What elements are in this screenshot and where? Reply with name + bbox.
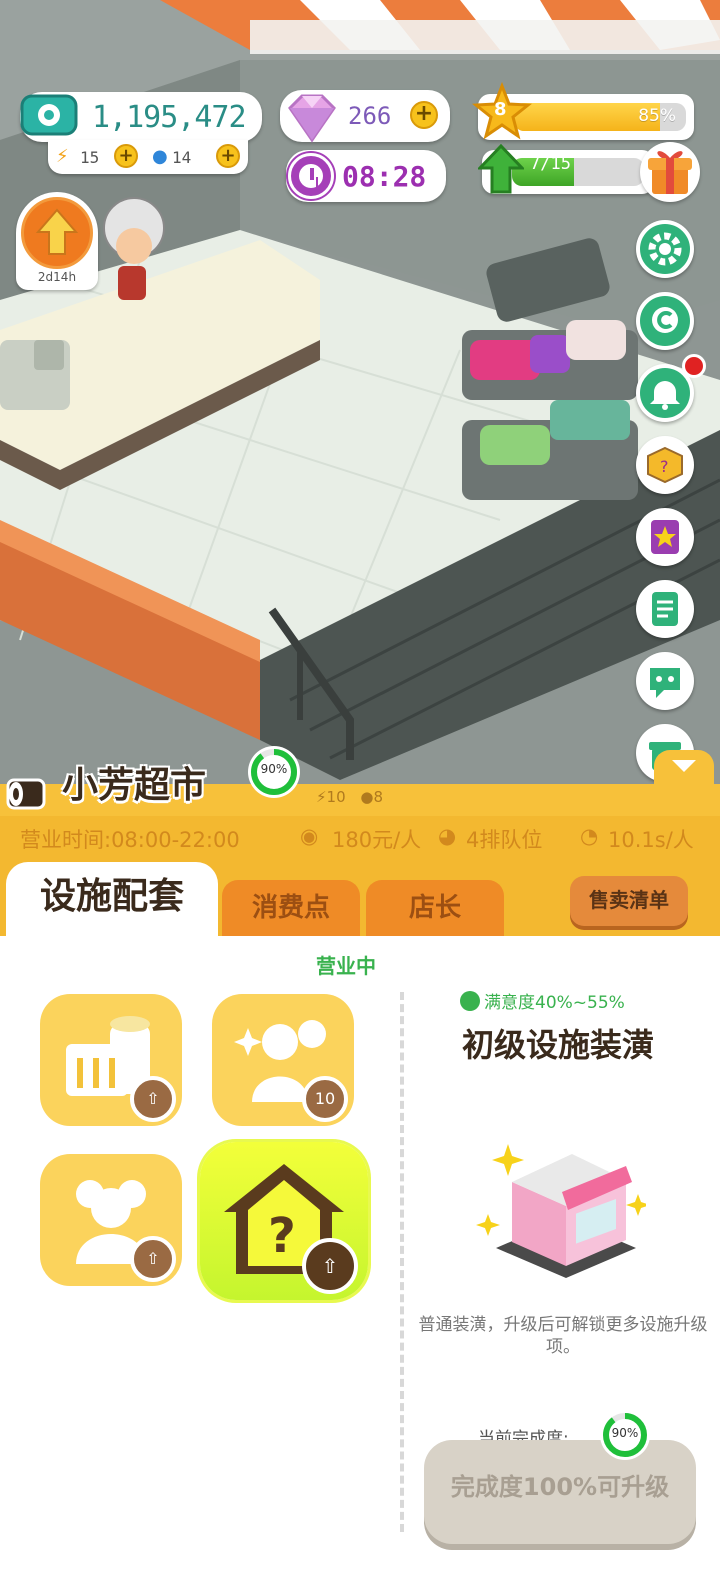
tab-bar: 设施配套 消费点 店长 售卖清单 [0,862,720,940]
queue-slots: 4排队位 [466,828,543,852]
level-percent: 85% [638,106,676,126]
energy-icon: ⚡ [56,146,69,167]
completion-value: 90% [611,1426,639,1440]
panel-divider [400,992,404,1532]
add-gem-button[interactable]: + [410,101,438,129]
add-energy-button[interactable]: + [114,144,138,168]
gift-icon[interactable] [640,142,700,202]
water-drop-icon: ● [360,788,374,806]
level-track: 85% [514,103,686,131]
boost-arrow-icon [21,197,93,269]
locked-upgrade-icon: ⇧ [302,1238,358,1294]
smiley-icon [460,991,480,1011]
store-progress-value: 90% [260,762,288,776]
gem-value: 266 [348,102,392,130]
upgrade-arrow-icon: ⇧ [130,1076,176,1122]
water-drop-icon: ● [152,146,168,167]
up-arrow-icon [478,144,524,194]
store-progress-ring: 90% [248,746,300,798]
store-header: 小芳超市 90% ⚡10 ●8 [0,746,720,822]
cash-counter[interactable]: 1,195,472 [20,92,262,142]
upgrade-button[interactable]: 完成度100%可升级 [424,1440,696,1544]
gear-icon [640,224,690,274]
facility-title: 初级设施装潢 [461,1026,654,1064]
energy-value: 15 [80,148,100,167]
facility-tile-toilet-paper[interactable]: ⇧ [40,994,182,1126]
shop-building-icon [476,1144,646,1278]
coin-stack-icon: ◉ [300,824,319,848]
water-value: 14 [172,148,192,167]
notes-icon [640,584,690,634]
star-book-button[interactable] [636,508,694,566]
notes-button[interactable] [636,580,694,638]
store-resource-stats: ⚡10 ●8 [316,788,383,806]
gem-counter[interactable]: 266 + [280,90,450,143]
timer-value: 08:28 [342,160,427,193]
level-progress-bar[interactable]: 85% 8 [472,82,694,140]
lightning-icon: ⚡ [316,788,327,806]
task-count: 7/15 [530,154,571,174]
cash-icon [20,94,78,136]
tab-consume-points[interactable]: 消费点 [222,880,360,940]
collapse-panel-button[interactable] [654,750,714,784]
c-coin-icon [640,296,690,346]
store-name: 小芳超市 [62,765,207,806]
person-icon: ◕ [438,824,457,848]
tab-facility[interactable]: 设施配套 [6,862,218,940]
sell-list-button[interactable]: 售卖清单 [570,876,688,926]
business-hours: 营业时间:08:00-22:00 [20,828,240,852]
satisfaction-range: 满意度40%~55% [460,988,625,1013]
bell-icon [640,368,690,418]
energy-stat: 10 [326,788,346,806]
task-progress-bar[interactable]: 7/15 [478,144,654,194]
level-number: 8 [494,99,507,120]
clock-icon: ◔ [580,824,599,848]
settings-button[interactable] [636,220,694,278]
facility-tile-customer[interactable]: ⇧ [40,1154,182,1286]
facility-description: 普通装潢，升级后可解锁更多设施升级项。 [418,1315,708,1357]
event-timer[interactable]: 08:28 [286,150,446,202]
star-book-icon [640,512,690,562]
gem-icon [288,94,336,143]
completion-ring: 90% [600,1410,650,1460]
resources-row: ⚡ 15 + ● 14 + [48,140,248,174]
facility-tile-decoration-selected[interactable]: ? ⇧ [200,1142,368,1300]
mystery-box-icon: ? [640,440,690,490]
chat-button[interactable] [636,652,694,710]
cash-value: 1,195,472 [92,100,247,135]
add-water-button[interactable]: + [216,144,240,168]
coin-button[interactable] [636,292,694,350]
facility-panel: 营业中 ⇧ 10 ⇧ ? ⇧ 满意度40%~55% 初级设施装潢 普通装潢，升级… [0,936,720,1584]
svg-text:?: ? [660,457,669,476]
upgrade-arrow-icon: ⇧ [130,1236,176,1282]
status-label: 营业中 [316,954,376,978]
store-info-strip: 营业时间:08:00-22:00 ◉ 180元/人 ◕ 4排队位 ◔ 10.1s… [0,816,720,862]
service-speed: 10.1s/人 [608,828,694,852]
boost-timer: 2d14h [37,270,77,284]
chat-icon [640,656,690,706]
boost-button[interactable]: 2d14h [16,192,98,290]
water-stat: 8 [373,788,384,806]
facility-tile-staff[interactable]: 10 [212,994,354,1126]
clock-icon [288,153,334,199]
svg-text:?: ? [268,1208,296,1264]
paper-roll-icon [6,778,46,810]
game-scene[interactable]: 1,195,472 ⚡ 15 + ● 14 + 266 + 08:28 85% … [0,0,720,790]
tab-manager[interactable]: 店长 [366,880,504,940]
notification-dot [682,354,706,378]
level-badge: 10 [302,1076,348,1122]
mystery-box-button[interactable]: ? [636,436,694,494]
satisfaction-text: 满意度40%~55% [484,993,625,1013]
price-per-person: 180元/人 [332,828,422,852]
